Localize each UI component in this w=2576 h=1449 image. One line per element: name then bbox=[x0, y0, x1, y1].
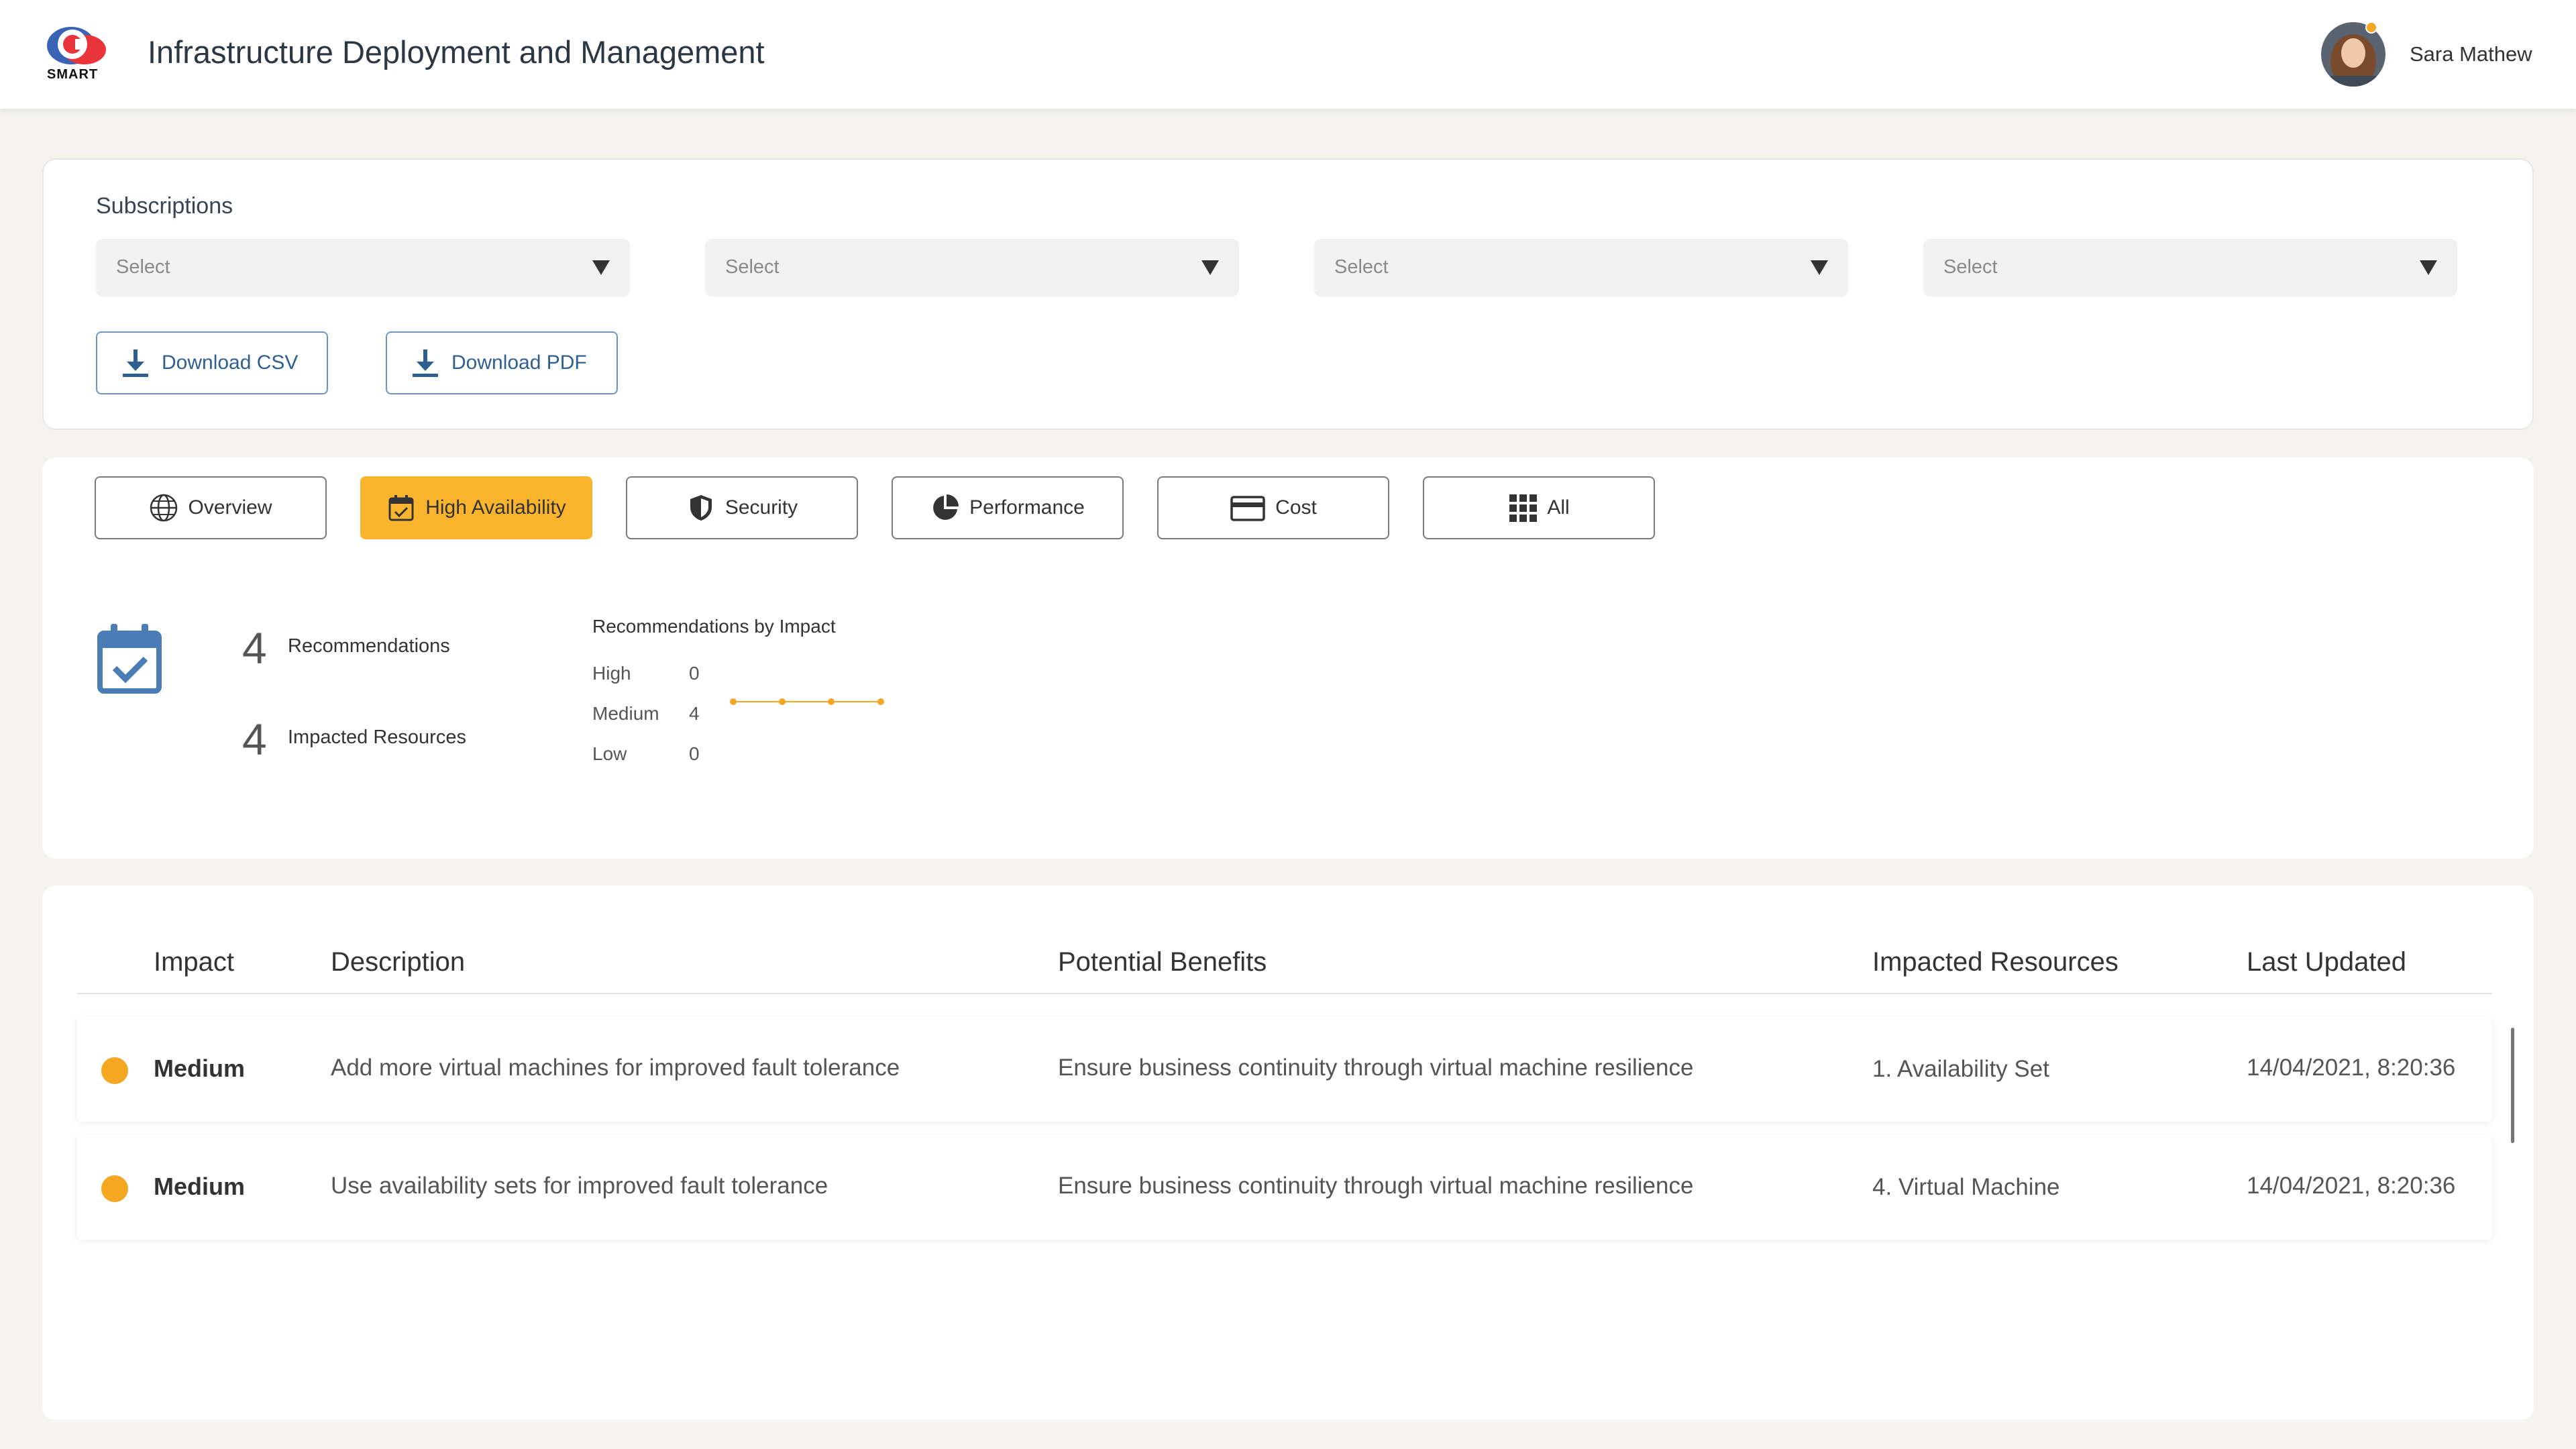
impact-marker bbox=[730, 698, 737, 705]
row-description: Add more virtual machines for improved f… bbox=[331, 1055, 900, 1081]
column-header-impact[interactable]: Impact bbox=[154, 947, 234, 977]
column-header-benefits[interactable]: Potential Benefits bbox=[1058, 947, 1267, 977]
row-updated: 14/04/2021, 8:20:36 bbox=[2247, 1173, 2456, 1199]
recommendations-panel: Overview High Availability Security Perf… bbox=[42, 458, 2534, 859]
logo-icon bbox=[47, 27, 106, 64]
avatar[interactable] bbox=[2321, 22, 2385, 87]
grid-icon bbox=[1509, 494, 1538, 522]
impacted-count: 4 bbox=[242, 714, 267, 764]
tab-label: All bbox=[1547, 496, 1570, 519]
credit-card-icon bbox=[1230, 496, 1265, 521]
download-icon bbox=[413, 350, 438, 377]
header-divider bbox=[77, 993, 2492, 994]
tab-cost[interactable]: Cost bbox=[1157, 476, 1389, 539]
recommendations-count: 4 bbox=[242, 623, 267, 673]
tab-label: Overview bbox=[188, 496, 272, 519]
row-benefits: Ensure business continuity through virtu… bbox=[1058, 1173, 1694, 1199]
table-row[interactable]: Medium Add more virtual machines for imp… bbox=[77, 1017, 2492, 1122]
subscriptions-panel: Subscriptions Select Select Select Selec… bbox=[42, 158, 2534, 430]
impact-high-value: 0 bbox=[689, 663, 700, 684]
row-updated: 14/04/2021, 8:20:36 bbox=[2247, 1055, 2456, 1081]
user-name[interactable]: Sara Mathew bbox=[2410, 42, 2532, 66]
impact-low-value: 0 bbox=[689, 743, 700, 764]
app-header: SMART Infrastructure Deployment and Mana… bbox=[0, 0, 2576, 109]
tab-all[interactable]: All bbox=[1423, 476, 1655, 539]
select-placeholder: Select bbox=[1943, 256, 1998, 278]
tab-label: Performance bbox=[969, 496, 1085, 519]
impact-low-label: Low bbox=[592, 743, 627, 764]
column-header-updated[interactable]: Last Updated bbox=[2247, 947, 2406, 977]
caret-down-icon bbox=[592, 260, 610, 275]
subscription-select-2[interactable]: Select bbox=[705, 239, 1239, 297]
row-benefits: Ensure business continuity through virtu… bbox=[1058, 1055, 1694, 1081]
impact-medium-dot bbox=[101, 1175, 128, 1202]
impact-breakdown-title: Recommendations by Impact bbox=[592, 616, 836, 637]
download-pdf-button[interactable]: Download PDF bbox=[386, 331, 618, 394]
table-scrollbar[interactable] bbox=[2511, 1028, 2514, 1143]
download-pdf-label: Download PDF bbox=[451, 352, 587, 374]
subscription-select-1[interactable]: Select bbox=[96, 239, 630, 297]
row-impact: Medium bbox=[154, 1055, 246, 1082]
recommendations-label: Recommendations bbox=[288, 635, 450, 657]
tab-label: High Availability bbox=[425, 496, 566, 519]
logo-text: SMART bbox=[47, 67, 99, 82]
caret-down-icon bbox=[2420, 260, 2437, 275]
tab-security[interactable]: Security bbox=[626, 476, 858, 539]
impact-marker bbox=[828, 698, 835, 705]
caret-down-icon bbox=[1201, 260, 1219, 275]
subscriptions-label: Subscriptions bbox=[96, 193, 233, 219]
row-resources[interactable]: 1. Availability Set bbox=[1872, 1056, 2049, 1083]
user-avatar-icon bbox=[2321, 22, 2385, 87]
impact-medium-label: Medium bbox=[592, 703, 659, 724]
recommendations-table: Impact Description Potential Benefits Im… bbox=[42, 885, 2534, 1420]
subscription-select-3[interactable]: Select bbox=[1314, 239, 1848, 297]
calendar-check-icon bbox=[96, 623, 163, 695]
table-row[interactable]: Medium Use availability sets for improve… bbox=[77, 1135, 2492, 1240]
row-impact: Medium bbox=[154, 1173, 246, 1200]
page-title: Infrastructure Deployment and Management bbox=[148, 34, 765, 70]
caret-down-icon bbox=[1811, 260, 1828, 275]
impact-marker bbox=[779, 698, 786, 705]
tab-label: Security bbox=[724, 496, 798, 519]
calendar-check-icon bbox=[388, 495, 414, 521]
impacted-label: Impacted Resources bbox=[288, 727, 466, 748]
impact-medium-dot bbox=[101, 1057, 128, 1084]
globe-icon bbox=[150, 494, 178, 522]
pie-chart-icon bbox=[933, 494, 959, 520]
tab-performance[interactable]: Performance bbox=[892, 476, 1124, 539]
impact-medium-value: 4 bbox=[689, 703, 700, 724]
column-header-resources[interactable]: Impacted Resources bbox=[1872, 947, 2118, 977]
select-placeholder: Select bbox=[725, 256, 780, 278]
status-indicator bbox=[2365, 21, 2377, 34]
medium-impact-bar bbox=[730, 698, 884, 705]
shield-icon bbox=[690, 495, 712, 521]
download-csv-button[interactable]: Download CSV bbox=[96, 331, 328, 394]
impact-marker bbox=[877, 698, 884, 705]
tab-overview[interactable]: Overview bbox=[95, 476, 327, 539]
download-icon bbox=[123, 350, 148, 377]
select-placeholder: Select bbox=[116, 256, 170, 278]
subscription-select-4[interactable]: Select bbox=[1923, 239, 2457, 297]
impact-high-label: High bbox=[592, 663, 631, 684]
download-csv-label: Download CSV bbox=[162, 352, 299, 374]
row-resources[interactable]: 4. Virtual Machine bbox=[1872, 1174, 2060, 1201]
select-placeholder: Select bbox=[1334, 256, 1389, 278]
tab-label: Cost bbox=[1275, 496, 1317, 519]
column-header-description[interactable]: Description bbox=[331, 947, 465, 977]
row-description: Use availability sets for improved fault… bbox=[331, 1173, 828, 1199]
tab-high-availability[interactable]: High Availability bbox=[360, 476, 592, 539]
